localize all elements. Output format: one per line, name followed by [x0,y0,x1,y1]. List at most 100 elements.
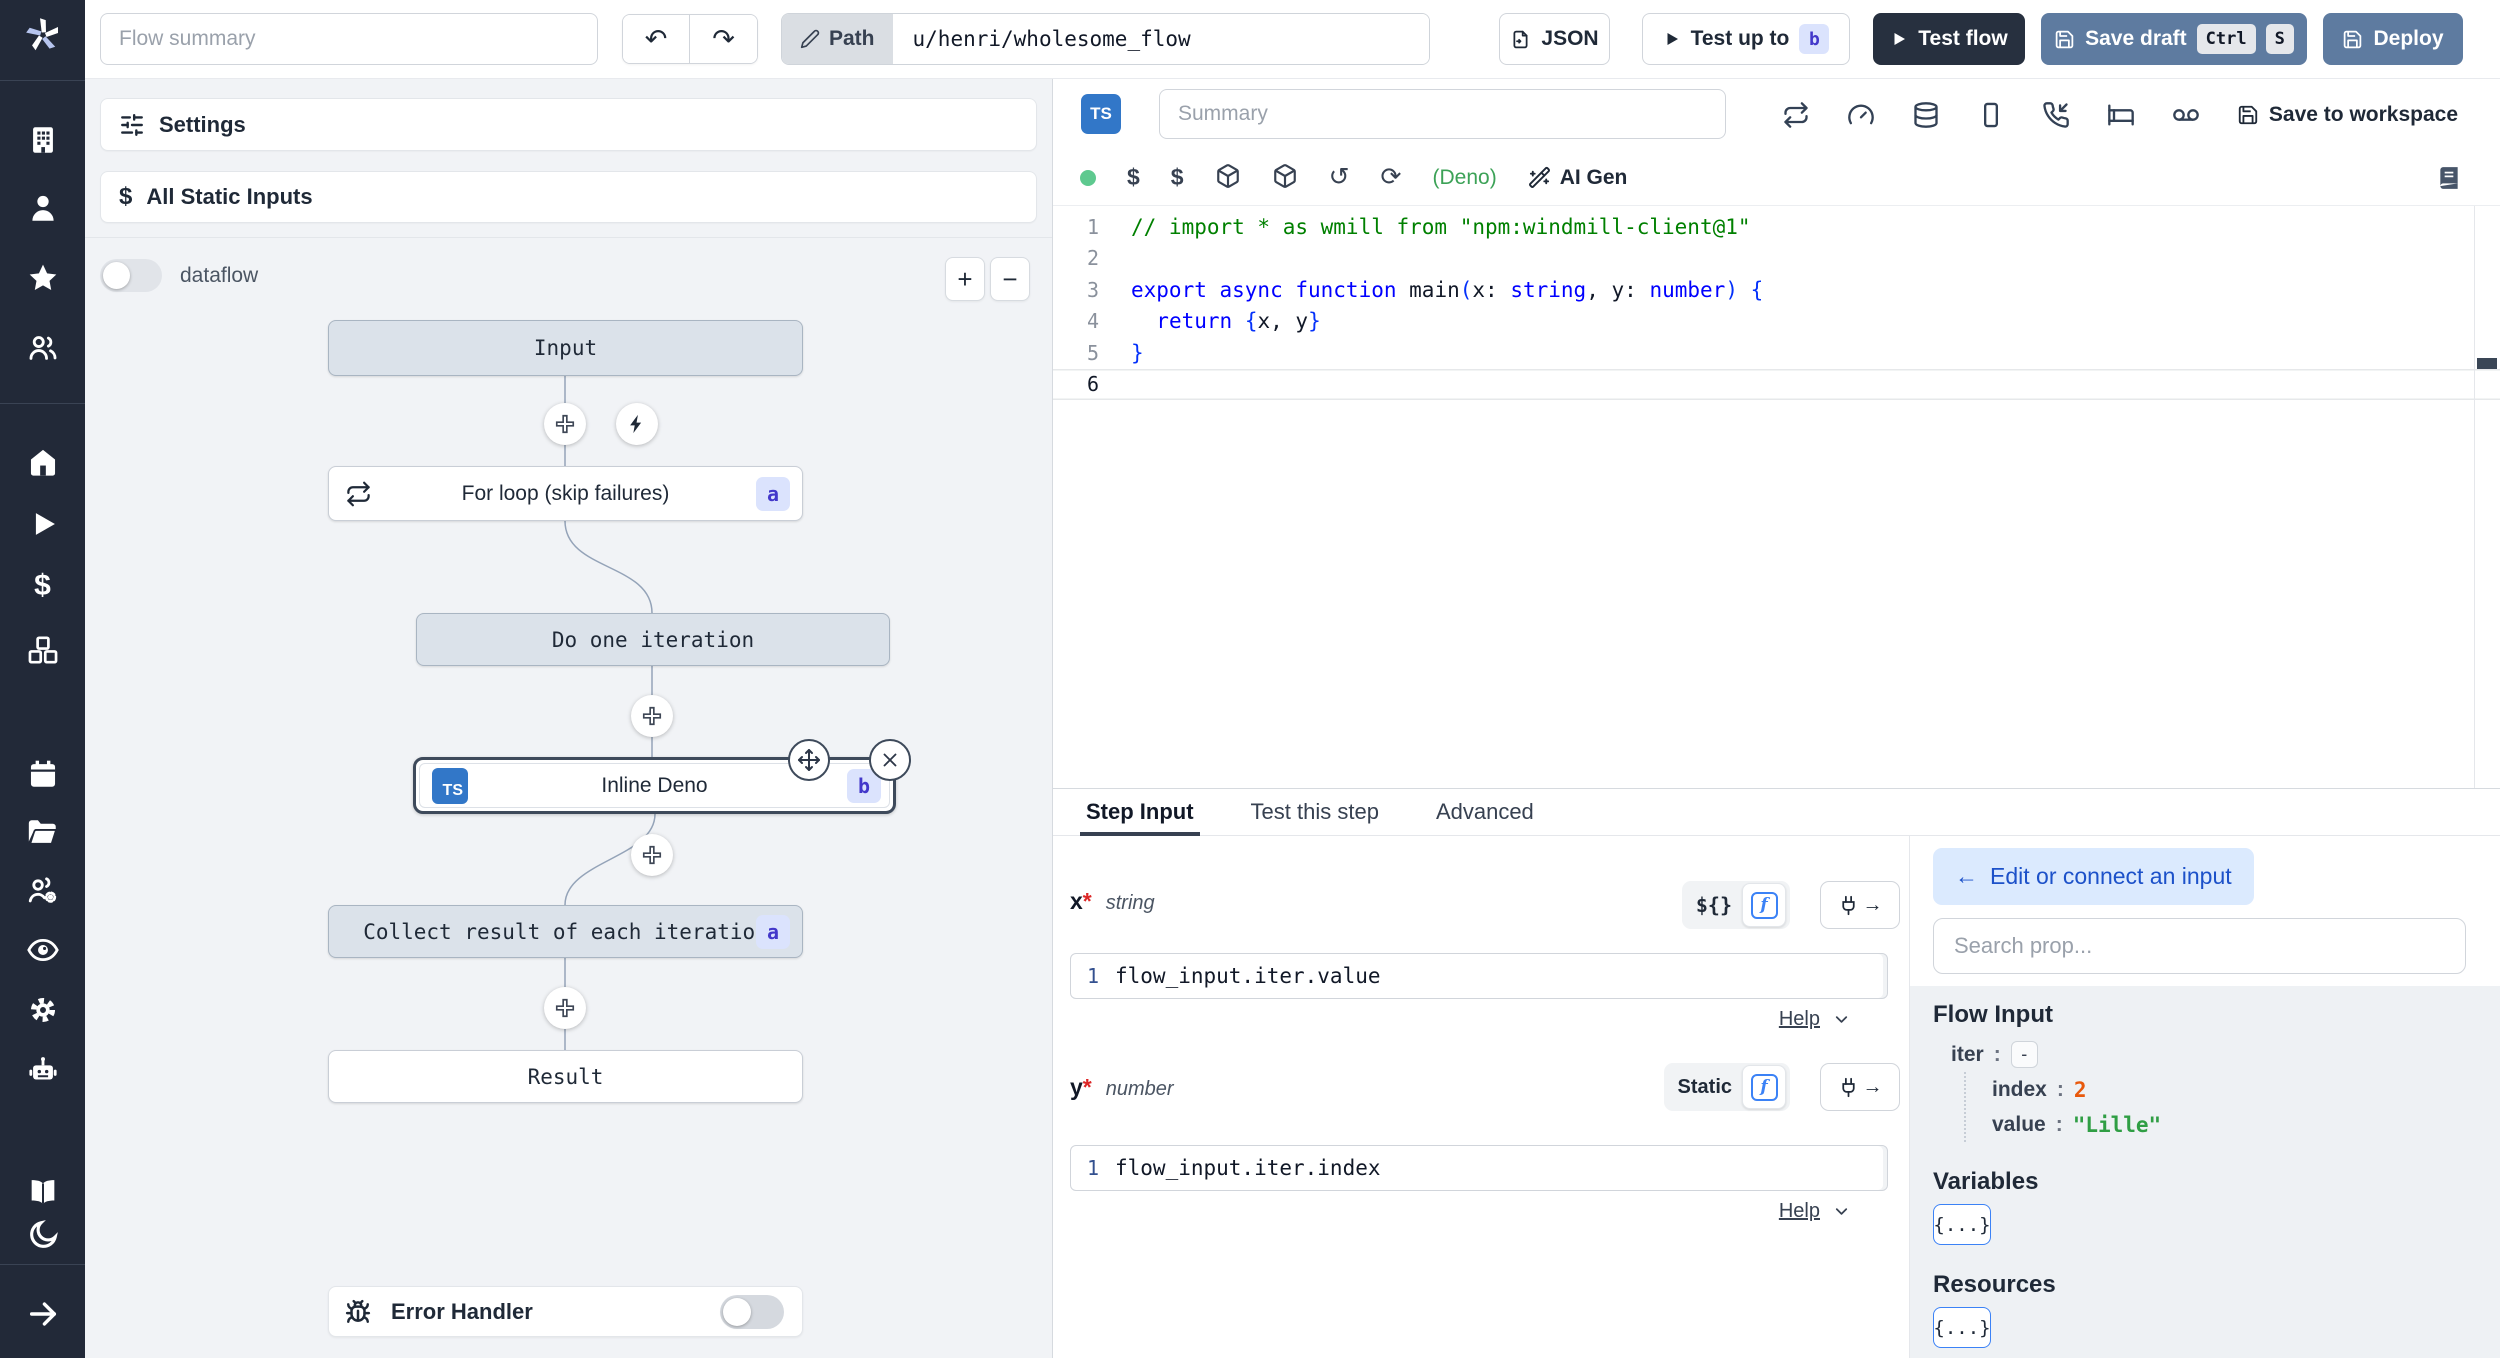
runtime-label: (Deno) [1432,165,1497,189]
help-link-x[interactable]: Help [1779,1008,1851,1031]
expr-input-y[interactable]: 1 flow_input.iter.index [1070,1145,1888,1191]
tree-row-value[interactable]: value : "Lille" [1992,1107,2478,1142]
tab-test-this-step[interactable]: Test this step [1251,789,1379,835]
delete-step-button[interactable] [869,739,911,781]
cache-button[interactable] [1912,101,1940,129]
ai-gen-button[interactable]: AI Gen [1528,166,1627,190]
save-to-workspace-button[interactable]: Save to workspace [2237,103,2458,127]
input-mode-toggle-x[interactable]: ${} f [1681,881,1790,929]
dataflow-toggle[interactable] [100,259,162,292]
sidebar-item-docs[interactable] [25,1174,60,1209]
line-number: 3 [1086,277,1099,302]
add-step-button[interactable] [631,695,673,737]
save-draft-button[interactable]: Save draft Ctrl S [2041,13,2307,65]
undo-icon[interactable]: ↺ [1329,165,1350,190]
package-button[interactable] [1215,163,1241,192]
sidebar-item-runs[interactable] [25,506,60,541]
move-step-button[interactable] [788,739,830,781]
test-flow-button[interactable]: Test flow [1873,13,2025,65]
sidebar-item-groups[interactable] [25,873,60,908]
undo-button[interactable]: ↶ [623,15,690,63]
package-button[interactable] [1272,163,1298,192]
deploy-button[interactable]: Deploy [2323,13,2463,65]
step-badge: b [1799,24,1830,54]
node-result[interactable]: Result [328,1050,803,1103]
sidebar-item-members[interactable] [25,329,60,364]
redo-button[interactable]: ↷ [690,15,757,63]
dollar-icon[interactable]: $ [1171,164,1184,191]
code-line[interactable]: 6 [1053,369,2500,401]
sidebar-item-variables[interactable]: $ [25,568,60,603]
all-static-inputs-button[interactable]: $ All Static Inputs [100,171,1037,223]
sidebar-item-favorites[interactable] [25,260,60,295]
suspend-button[interactable] [2042,101,2070,129]
dollar-icon[interactable]: $ [1127,164,1140,191]
sidebar-item-workspace[interactable] [25,122,60,157]
code-line[interactable]: 1// import * as wmill from "npm:windmill… [1053,211,2500,243]
error-handler-toggle[interactable] [720,1294,784,1329]
javascript-mode-button[interactable]: f [1742,883,1786,927]
sidebar-expand-button[interactable] [25,1296,60,1331]
early-stop-button[interactable] [1977,101,2005,129]
retries-button[interactable] [1782,101,1810,129]
connect-input-button-x[interactable]: → [1820,881,1900,929]
node-do-one-iteration[interactable]: Do one iteration [416,613,890,666]
add-step-button[interactable] [544,987,586,1029]
sidebar-item-user[interactable] [25,190,60,225]
sidebar-item-resources[interactable] [25,632,60,667]
zoom-in-button[interactable]: + [945,257,985,301]
expr-input-x[interactable]: 1 flow_input.iter.value [1070,953,1888,999]
code-line[interactable]: 4 return {x, y} [1053,306,2500,338]
collapse-button[interactable]: - [2010,1041,2038,1068]
edit-or-connect-button[interactable]: ← Edit or connect an input [1933,848,2254,905]
save-icon [2055,30,2074,48]
tab-step-input[interactable]: Step Input [1080,789,1200,836]
sleep-button[interactable] [2107,101,2135,129]
reset-icon[interactable]: ⟳ [1381,165,1402,190]
windmill-logo-icon[interactable] [22,14,64,56]
sidebar-item-settings[interactable] [25,992,60,1027]
add-step-button[interactable] [631,834,673,876]
error-handler-row[interactable]: Error Handler [328,1286,803,1337]
json-button[interactable]: JSON [1499,13,1610,65]
flow-settings-button[interactable]: Settings [100,98,1037,151]
connect-input-button-y[interactable]: → [1820,1063,1900,1111]
variables-object-button[interactable]: {...} [1933,1204,1991,1245]
concurrency-button[interactable] [1847,101,1875,129]
search-prop-input[interactable] [1933,918,2466,974]
path-chip[interactable]: Path u/henri/wholesome_flow [781,13,1430,65]
node-inline-deno[interactable]: TS Inline Deno b [413,739,911,814]
sidebar-item-ai[interactable] [25,1053,60,1088]
flow-summary-input[interactable] [100,13,598,65]
add-step-button[interactable] [544,403,586,445]
resources-object-button[interactable]: {...} [1933,1307,1991,1348]
tab-advanced[interactable]: Advanced [1436,789,1534,835]
tree-row-index[interactable]: index : 2 [1992,1072,2478,1107]
sidebar-item-audit-logs[interactable] [25,932,60,967]
save-icon [2238,105,2258,124]
code-editor[interactable]: 1// import * as wmill from "npm:windmill… [1053,206,2500,788]
summary-input[interactable] [1159,89,1726,139]
sidebar-item-schedules[interactable] [25,756,60,791]
code-line[interactable]: 5} [1053,337,2500,369]
help-link-y[interactable]: Help [1779,1200,1851,1223]
test-up-to-button[interactable]: Test up to b [1642,13,1850,65]
sidebar-item-dark-mode[interactable] [25,1217,60,1252]
javascript-mode-button[interactable]: f [1742,1065,1786,1109]
editor-scroll-thumb[interactable] [2477,358,2497,369]
tree-row-iter[interactable]: iter : - [1951,1037,2478,1072]
sidebar-item-home[interactable] [25,444,60,479]
library-button[interactable] [2436,165,2500,191]
zoom-out-button[interactable]: − [990,257,1030,301]
node-for-loop[interactable]: For loop (skip failures) a [328,466,803,521]
sidebar-item-folders[interactable] [25,815,60,850]
input-mode-toggle-y[interactable]: Static f [1663,1063,1790,1111]
node-collect-result[interactable]: Collect result of each iteration a [328,905,803,958]
mock-button[interactable] [2172,101,2200,129]
code-line[interactable]: 2 [1053,243,2500,275]
code-line[interactable]: 3 export async function main(x: string, y… [1053,274,2500,306]
node-input[interactable]: Input [328,320,803,376]
add-trigger-button[interactable] [616,403,658,445]
phone-icon [2043,101,2069,128]
redo-icon: ↷ [712,23,735,54]
